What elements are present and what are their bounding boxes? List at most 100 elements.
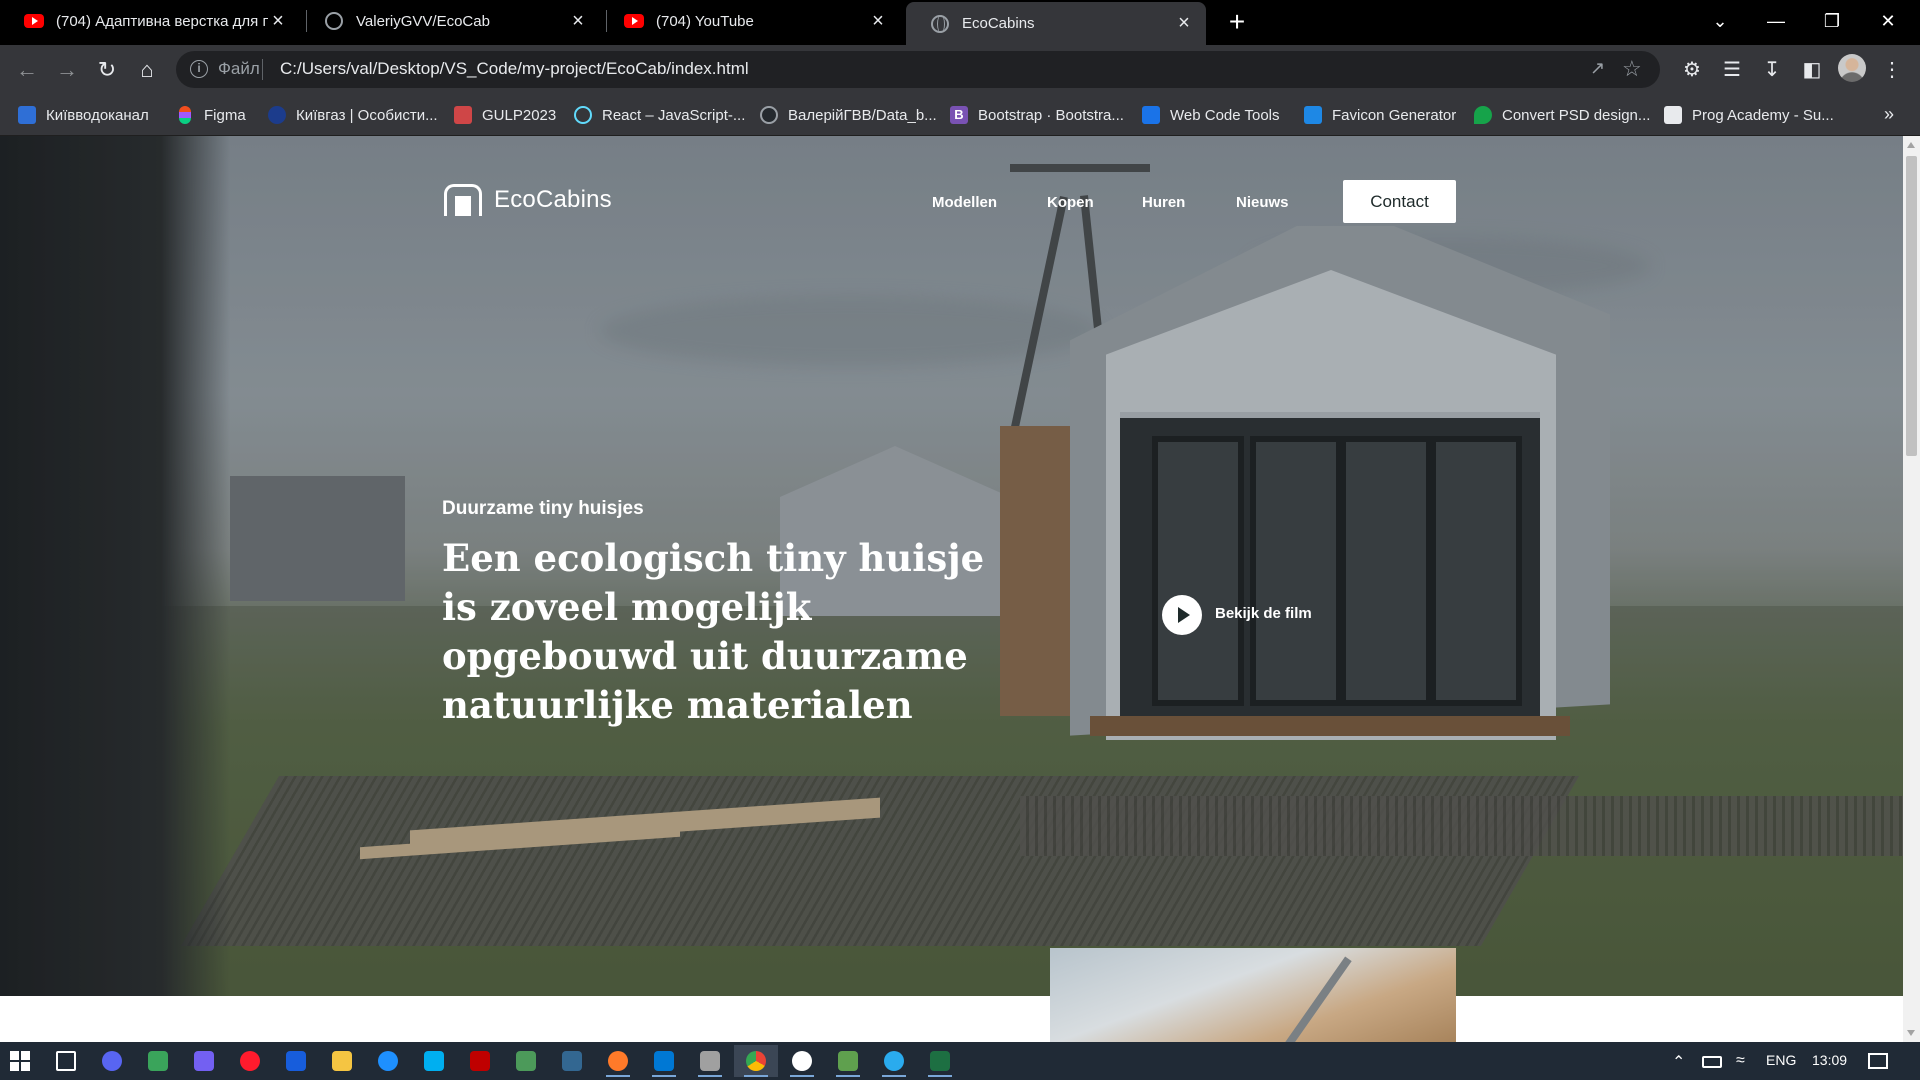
site-logo[interactable]: EcoCabins [442,184,612,216]
bookmarks-overflow-icon[interactable]: » [1884,104,1894,125]
nav-link-kopen[interactable]: Kopen [1047,194,1094,211]
url-text[interactable]: C:/Users/val/Desktop/VS_Code/my-project/… [280,59,749,79]
bookmark-label: ВалерійГВВ/Data_b... [788,106,937,124]
reload-icon[interactable]: ↻ [90,53,124,87]
close-icon[interactable]: × [1174,12,1194,34]
minimize-icon[interactable]: — [1748,0,1804,42]
bookmark-gulp2023[interactable]: GULP2023 [454,102,556,128]
taskbar-app[interactable] [228,1045,272,1077]
nodejs-icon [838,1051,858,1071]
battery-icon[interactable] [1702,1056,1722,1068]
watch-film-link[interactable]: Bekijk de film [1215,605,1312,622]
taskbar-app[interactable] [320,1045,364,1077]
github-desktop-icon [792,1051,812,1071]
tab-youtube[interactable]: (704) YouTube × [600,0,900,42]
reading-list-icon[interactable]: ☰ [1718,55,1746,83]
bookmark-convert-psd[interactable]: Convert PSD design... [1474,102,1650,128]
tab-github-ecocab[interactable]: ValeriyGVV/EcoCab × [300,0,600,42]
house-logo-icon [442,184,484,216]
bookmark-bootstrap[interactable]: B Bootstrap · Bootstra... [950,102,1124,128]
taskbar-app[interactable] [412,1045,456,1077]
nav-link-modellen[interactable]: Modellen [932,194,997,211]
forward-icon[interactable]: → [50,53,84,87]
taskbar-app[interactable] [44,1045,88,1077]
back-icon[interactable]: ← [10,53,44,87]
bookmark-figma[interactable]: Figma [176,102,246,128]
language-indicator[interactable]: ENG [1766,1052,1796,1068]
window-close-icon[interactable]: ✕ [1860,0,1916,42]
favicon-generator-icon [1304,106,1322,124]
taskbar-app[interactable] [596,1045,640,1077]
web-code-tools-icon [1142,106,1160,124]
share-icon[interactable]: ↗ [1590,58,1612,80]
sublime-icon [608,1051,628,1071]
bookmark-github-data[interactable]: ВалерійГВВ/Data_b... [760,102,937,128]
bookmark-label: Київгаз | Особисти... [296,106,438,124]
bootstrap-icon: B [950,106,968,124]
bookmark-label: Prog Academy - Su... [1692,106,1834,124]
taskbar-app[interactable] [90,1045,134,1077]
side-panel-icon[interactable]: ◧ [1798,55,1826,83]
new-tab-button[interactable]: + [1222,8,1252,38]
download-icon[interactable]: ↧ [1758,55,1786,83]
taskbar-app[interactable] [458,1045,502,1077]
scroll-down-icon[interactable] [1907,1030,1915,1036]
taskbar-app[interactable] [274,1045,318,1077]
vscode-icon [654,1051,674,1071]
tab-ecocabins[interactable]: EcoCabins × [906,2,1206,45]
taskbar-app[interactable] [366,1045,410,1077]
profile-avatar[interactable] [1838,54,1866,82]
tab-title: (704) Адаптивна верстка для по [56,12,268,30]
bookmark-kyivvodokanal[interactable]: Київводоканал [18,102,149,128]
wifi-icon[interactable]: ≈ [1736,1052,1745,1070]
site-info-icon[interactable]: i [190,60,208,78]
page-scrollbar[interactable] [1903,136,1920,1042]
figma-icon [179,106,191,124]
show-hidden-icons-icon[interactable]: ⌃ [1672,1052,1685,1072]
restore-icon[interactable]: ❐ [1804,0,1860,42]
close-icon[interactable]: × [868,10,888,32]
bookmark-prog-academy[interactable]: Prog Academy - Su... [1664,102,1834,128]
chrome-icon [746,1051,766,1071]
bookmark-web-code-tools[interactable]: Web Code Tools [1142,102,1280,128]
scroll-up-icon[interactable] [1907,142,1915,148]
extensions-icon[interactable]: ⚙ [1678,55,1706,83]
react-icon [574,106,592,124]
bookmark-star-icon[interactable]: ☆ [1622,56,1646,81]
home-icon[interactable]: ⌂ [130,53,164,87]
scrollbar-thumb[interactable] [1906,156,1917,456]
taskbar-app[interactable] [136,1045,180,1077]
postgres-icon [562,1051,582,1071]
notifications-icon[interactable] [1868,1053,1888,1069]
windows-start-icon[interactable] [10,1051,30,1071]
taskbar-app[interactable] [918,1045,962,1077]
clock[interactable]: 13:09 [1812,1052,1847,1068]
bookmark-react[interactable]: React – JavaScript-... [574,102,745,128]
taskbar-app[interactable] [872,1045,916,1077]
nav-link-huren[interactable]: Huren [1142,194,1185,211]
taskbar-app[interactable] [826,1045,870,1077]
tab-youtube-adaptive[interactable]: (704) Адаптивна верстка для по × [0,0,300,42]
close-icon[interactable]: × [268,10,288,32]
prog-academy-icon [1664,106,1682,124]
menu-icon[interactable]: ⋮ [1878,55,1906,83]
contact-button[interactable]: Contact [1343,180,1456,223]
taskbar-app[interactable] [688,1045,732,1077]
nav-link-nieuws[interactable]: Nieuws [1236,194,1289,211]
taskbar-app[interactable] [780,1045,824,1077]
address-bar[interactable]: i Файл C:/Users/val/Desktop/VS_Code/my-p… [176,51,1660,88]
taskbar-app[interactable] [550,1045,594,1077]
close-icon[interactable]: × [568,10,588,32]
taskbar-app[interactable] [734,1045,778,1077]
filezilla-icon [470,1051,490,1071]
play-icon[interactable] [1162,595,1202,635]
mobaxterm-icon [516,1051,536,1071]
bookmark-label: GULP2023 [482,106,557,124]
bookmark-kyivgaz[interactable]: Київгаз | Особисти... [268,102,438,128]
bookmark-favicon-generator[interactable]: Favicon Generator [1304,102,1456,128]
taskbar-app[interactable] [504,1045,548,1077]
convert-psd-icon [1474,106,1492,124]
taskbar-app[interactable] [642,1045,686,1077]
taskbar-app[interactable] [182,1045,226,1077]
tab-search-icon[interactable]: ⌄ [1692,0,1748,42]
